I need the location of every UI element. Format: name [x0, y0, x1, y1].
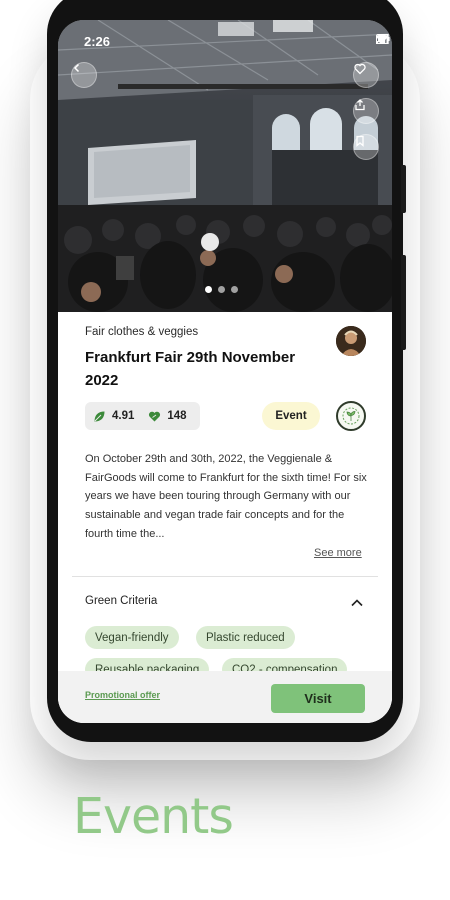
organizer-avatar[interactable]	[336, 326, 366, 356]
bookmark-icon	[356, 135, 364, 147]
certification-seal[interactable]	[336, 401, 366, 431]
likes-count: 148	[167, 410, 187, 422]
event-type-badge: Event	[262, 402, 320, 430]
carousel-dot-1[interactable]	[205, 286, 212, 293]
see-more-link[interactable]: See more	[314, 547, 362, 559]
bottom-action-bar: Promotional offer Visit	[58, 671, 392, 723]
heart-leaf-icon	[149, 411, 161, 421]
volume-button	[401, 165, 406, 213]
promotional-offer-link[interactable]: Promotional offer	[85, 690, 160, 700]
share-button[interactable]	[353, 98, 379, 124]
back-button[interactable]	[71, 62, 97, 88]
events-caption: Events	[73, 788, 234, 845]
event-title: Frankfurt Fair 29th November 2022	[85, 349, 296, 389]
carousel-dot-2[interactable]	[218, 286, 225, 293]
green-criteria-title: Green Criteria	[85, 595, 158, 607]
leaf-icon	[94, 411, 105, 421]
event-category: Fair clothes & veggies	[85, 326, 199, 338]
favorite-button[interactable]	[353, 62, 379, 88]
back-icon	[73, 63, 80, 73]
power-button	[401, 255, 406, 350]
rating-value: 4.91	[112, 410, 135, 422]
bookmark-button[interactable]	[353, 134, 379, 160]
app-screen: 2:26 Fair clothes & veggies Frankfurt Fa…	[58, 20, 392, 723]
hall-crowd-image	[58, 20, 392, 312]
event-details: Fair clothes & veggies Frankfurt Fair 29…	[58, 312, 392, 723]
carousel-dot-3[interactable]	[231, 286, 238, 293]
collapse-criteria-button[interactable]	[350, 595, 364, 613]
chevron-up-icon	[351, 599, 363, 607]
criteria-chip: Vegan-friendly	[85, 626, 179, 649]
event-description: On October 29th and 30th, 2022, the Vegg…	[85, 453, 367, 540]
status-time: 2:26	[84, 34, 111, 49]
share-icon	[355, 99, 365, 111]
criteria-chip: Plastic reduced	[196, 626, 295, 649]
battery-icon	[376, 34, 390, 44]
organizer-avatar-image	[336, 326, 366, 356]
carousel-dots[interactable]	[205, 286, 238, 293]
heart-icon	[354, 63, 366, 75]
seal-icon	[342, 407, 360, 425]
visit-button[interactable]: Visit	[271, 684, 365, 713]
stats-pill: 4.91 148	[85, 402, 200, 430]
event-photo: 2:26	[58, 20, 392, 312]
divider	[72, 576, 378, 577]
